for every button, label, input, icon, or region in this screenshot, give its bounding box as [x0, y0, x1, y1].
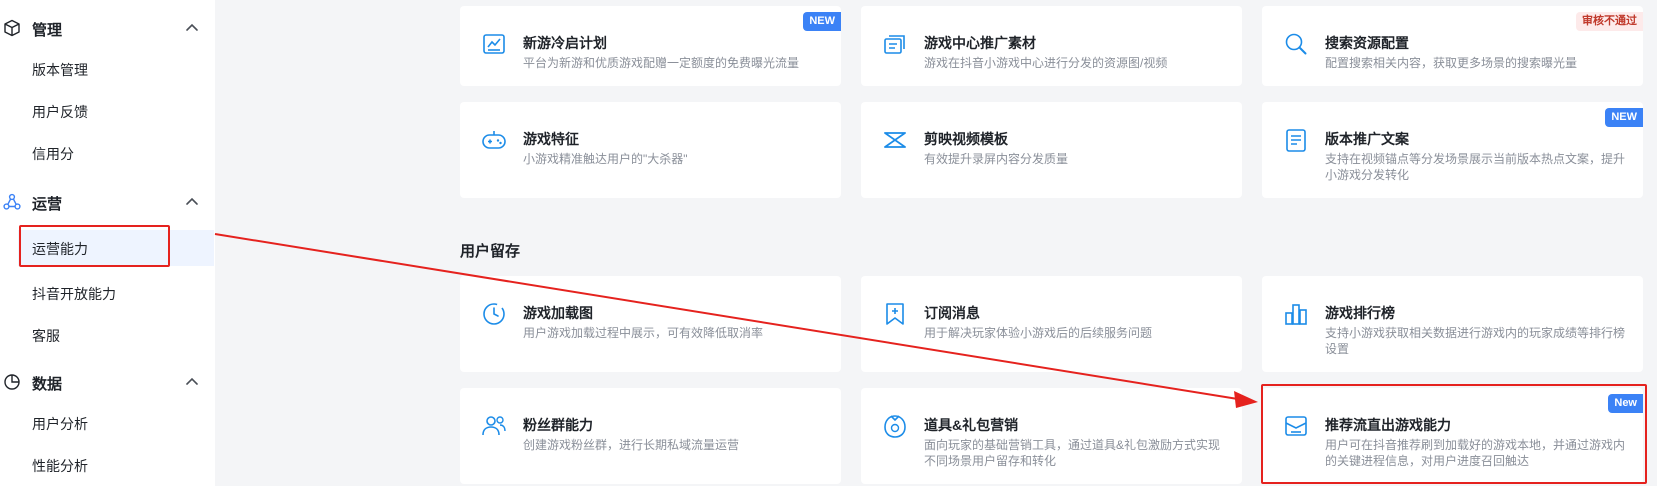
sidebar-group-label: 运营 [32, 196, 63, 213]
card-title: 剪映视频模板 [924, 131, 1008, 147]
chevron-up-icon[interactable] [185, 196, 199, 206]
card-game-loading-image[interactable]: 游戏加载图 用户游戏加载过程中展示，可有效降低取消率 [460, 276, 841, 372]
search-icon [1285, 33, 1307, 55]
card-title: 游戏排行榜 [1325, 305, 1395, 321]
card-description: 创建游戏粉丝群，进行长期私域流量运营 [523, 438, 740, 452]
gamepad-icon [482, 131, 506, 149]
card-title: 版本推广文案 [1325, 131, 1409, 147]
card-new-game-cold-start[interactable]: 新游冷启计划 平台为新游和优质游戏配赠一定额度的免费曝光流量 NEW [460, 6, 841, 86]
card-feed-direct-game[interactable]: 推荐流直出游戏能力 用户可在抖音推荐刷到加载好的游戏本地，并通过游戏内的关键进程… [1262, 388, 1643, 484]
section-title-user-retention: 用户留存 [460, 243, 521, 260]
card-description: 有效提升录屏内容分发质量 [924, 152, 1069, 166]
chevron-up-icon[interactable] [185, 376, 199, 386]
sidebar-item-credit-score[interactable]: 信用分 [0, 134, 215, 172]
sidebar-item-version-management[interactable]: 版本管理 [0, 50, 215, 88]
card-fan-group[interactable]: 粉丝群能力 创建游戏粉丝群，进行长期私域流量运营 [460, 388, 841, 484]
card-version-promo-copy[interactable]: 版本推广文案 支持在视频锚点等分发场景展示当前版本热点文案，提升小游戏分发转化 … [1262, 102, 1643, 198]
card-game-features[interactable]: 游戏特征 小游戏精准触达用户的"大杀器" [460, 102, 841, 198]
sidebar-item-label: 性能分析 [32, 458, 88, 474]
card-title: 推荐流直出游戏能力 [1325, 417, 1451, 433]
card-title: 游戏加载图 [523, 305, 593, 321]
sidebar-item-label: 用户分析 [32, 416, 88, 432]
sidebar-item-label: 抖音开放能力 [32, 286, 116, 302]
sidebar-item-user-feedback[interactable]: 用户反馈 [0, 92, 215, 130]
sidebar-item-label: 运营能力 [32, 241, 88, 257]
card-description: 面向玩家的基础营销工具，通过道具&礼包激励方式实现不同场景用户留存和转化 [924, 438, 1221, 468]
card-items-gift-marketing[interactable]: 道具&礼包营销 面向玩家的基础营销工具，通过道具&礼包激励方式实现不同场景用户留… [861, 388, 1242, 484]
sidebar-group-label: 数据 [32, 376, 63, 393]
card-title: 搜索资源配置 [1325, 35, 1409, 51]
capcut-icon [884, 132, 906, 148]
document-icon [1286, 129, 1306, 152]
card-title: 粉丝群能力 [523, 417, 593, 433]
card-description: 用户可在抖音推荐刷到加载好的游戏本地，并通过游戏内的关键进程信息，对用户进度召回… [1325, 438, 1626, 468]
card-capcut-template[interactable]: 剪映视频模板 有效提升录屏内容分发质量 [861, 102, 1242, 198]
rejected-badge: 审核不通过 [1576, 12, 1643, 31]
operations-icon [3, 193, 21, 210]
sidebar-item-douyin-open-capability[interactable]: 抖音开放能力 [0, 274, 215, 312]
new-badge: NEW [803, 12, 841, 31]
sidebar-item-label: 客服 [32, 328, 60, 344]
sidebar-item-performance-analysis[interactable]: 性能分析 [0, 446, 215, 484]
sidebar: 管理 版本管理 用户反馈 信用分 运营 运营能力 抖音开放能力 客服 数据 用户… [0, 0, 215, 486]
chart-icon [483, 34, 505, 54]
pie-chart-icon [4, 374, 20, 390]
sidebar-item-label: 版本管理 [32, 62, 88, 78]
card-description: 支持在视频锚点等分发场景展示当前版本热点文案，提升小游戏分发转化 [1325, 152, 1626, 182]
sidebar-item-customer-service[interactable]: 客服 [0, 316, 215, 354]
card-title: 订阅消息 [924, 305, 980, 321]
card-game-leaderboard[interactable]: 游戏排行榜 支持小游戏获取相关数据进行游戏内的玩家成绩等排行榜设置 [1262, 276, 1643, 372]
cube-icon [4, 19, 20, 37]
card-title: 游戏中心推广素材 [924, 35, 1036, 51]
chevron-up-icon[interactable] [185, 22, 199, 32]
card-description: 用户游戏加载过程中展示，可有效降低取消率 [523, 326, 764, 340]
card-title: 游戏特征 [523, 131, 579, 147]
card-search-resource-config[interactable]: 搜索资源配置 配置搜索相关内容，获取更多场景的搜索曝光量 审核不通过 [1262, 6, 1643, 86]
direct-launch-icon [1285, 416, 1307, 436]
media-stack-icon [884, 35, 905, 54]
sidebar-group-operations[interactable]: 运营 [0, 180, 215, 224]
sidebar-group-management[interactable]: 管理 [0, 6, 215, 50]
ranking-icon [1285, 304, 1307, 325]
card-description: 支持小游戏获取相关数据进行游戏内的玩家成绩等排行榜设置 [1325, 326, 1626, 356]
fans-icon [482, 416, 506, 436]
sidebar-group-data[interactable]: 数据 [0, 360, 215, 404]
card-game-center-materials[interactable]: 游戏中心推广素材 游戏在抖音小游戏中心进行分发的资源图/视频 [861, 6, 1242, 86]
card-subscription-messages[interactable]: 订阅消息 用于解决玩家体验小游戏后的后续服务问题 [861, 276, 1242, 372]
card-description: 游戏在抖音小游戏中心进行分发的资源图/视频 [924, 56, 1168, 70]
gift-icon [884, 415, 906, 438]
card-description: 配置搜索相关内容，获取更多场景的搜索曝光量 [1325, 56, 1578, 70]
card-title: 新游冷启计划 [523, 35, 607, 51]
sidebar-group-label: 管理 [32, 22, 63, 39]
card-description: 平台为新游和优质游戏配赠一定额度的免费曝光流量 [523, 56, 800, 70]
bookmark-plus-icon [886, 303, 904, 325]
sidebar-item-label: 用户反馈 [32, 104, 88, 120]
clock-icon [483, 303, 505, 325]
sidebar-item-user-analysis[interactable]: 用户分析 [0, 404, 215, 442]
new-badge: NEW [1605, 108, 1643, 127]
card-title: 道具&礼包营销 [924, 417, 1019, 433]
card-description: 小游戏精准触达用户的"大杀器" [523, 152, 688, 166]
new-badge: New [1608, 394, 1643, 413]
sidebar-item-label: 信用分 [32, 146, 74, 162]
sidebar-item-operations-capability[interactable]: 运营能力 [18, 230, 214, 266]
card-description: 用于解决玩家体验小游戏后的后续服务问题 [924, 326, 1153, 340]
